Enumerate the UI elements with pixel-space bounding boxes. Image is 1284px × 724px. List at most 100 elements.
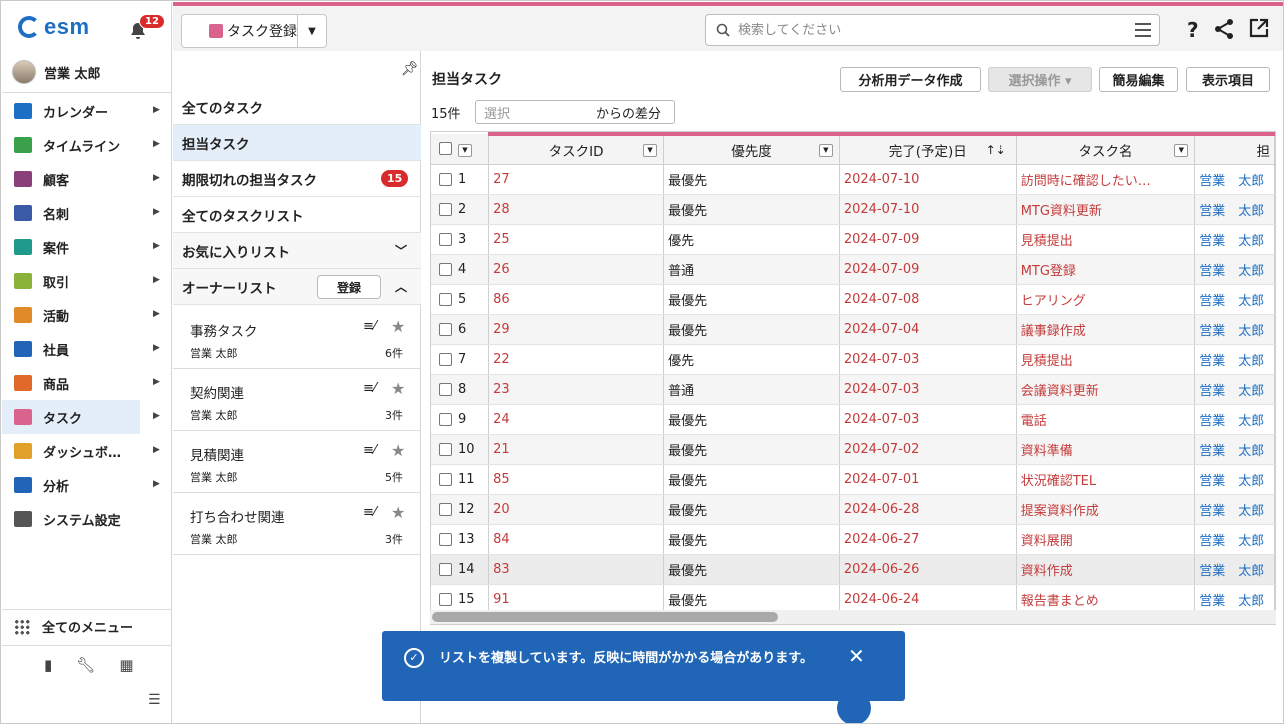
table-row[interactable]: 11 85 最優先 2024-07-01 状況確認TEL 営業 太郎 — [431, 464, 1275, 495]
column-header-owner[interactable]: 担 — [1194, 132, 1275, 165]
table-row[interactable]: 3 25 優先 2024-07-09 見積提出 営業 太郎 — [431, 224, 1275, 255]
sidebar-item-0[interactable]: カレンダー ▶ — [2, 94, 172, 128]
owner-cell[interactable]: 営業 太郎 — [1194, 314, 1275, 345]
sidebar-item-4[interactable]: 案件 ▶ — [2, 230, 172, 264]
row-checkbox[interactable] — [439, 292, 452, 306]
row-checkbox[interactable] — [439, 442, 452, 456]
task-id-cell[interactable]: 20 — [488, 494, 665, 525]
column-header-task-name[interactable]: タスク名 ▼ — [1016, 132, 1196, 165]
column-header-priority[interactable]: 優先度 ▼ — [663, 132, 840, 165]
owner-cell[interactable]: 営業 太郎 — [1194, 404, 1275, 435]
share-icon[interactable] — [1213, 18, 1235, 40]
row-checkbox[interactable] — [439, 352, 452, 366]
manual-icon[interactable]: ▮ — [44, 656, 52, 674]
task-id-cell[interactable]: 29 — [488, 314, 665, 345]
task-name-cell[interactable]: MTG資料更新 — [1016, 194, 1196, 225]
task-name-cell[interactable]: MTG登録 — [1016, 254, 1196, 285]
row-checkbox[interactable] — [439, 262, 452, 276]
owner-cell[interactable]: 営業 太郎 — [1194, 554, 1275, 585]
star-icon[interactable]: ★ — [391, 317, 405, 336]
row-checkbox[interactable] — [439, 502, 452, 516]
table-row[interactable]: 6 29 最優先 2024-07-04 議事録作成 営業 太郎 — [431, 314, 1275, 345]
sidebar-item-9[interactable]: タスク ▶ — [2, 400, 160, 434]
owner-list-card[interactable]: 事務タスク ≡⁄ ★ 営業 太郎 6件 — [173, 307, 421, 369]
task-id-cell[interactable]: 84 — [488, 524, 665, 555]
sidebar-item-7[interactable]: 社員 ▶ — [2, 332, 172, 366]
scrollbar-thumb[interactable] — [432, 612, 778, 622]
sidebar-item-12[interactable]: システム設定 — [2, 502, 172, 536]
row-checkbox[interactable] — [439, 562, 452, 576]
task-name-cell[interactable]: 提案資料作成 — [1016, 494, 1196, 525]
wrench-icon[interactable]: 🔧︎ — [76, 656, 95, 674]
table-row[interactable]: 4 26 普通 2024-07-09 MTG登録 営業 太郎 — [431, 254, 1275, 285]
edit-list-icon[interactable]: ≡⁄ — [363, 381, 376, 396]
row-checkbox[interactable] — [439, 472, 452, 486]
owner-cell[interactable]: 営業 太郎 — [1194, 374, 1275, 405]
table-row[interactable]: 5 86 最優先 2024-07-08 ヒアリング 営業 太郎 — [431, 284, 1275, 315]
table-icon[interactable]: ▦ — [119, 656, 133, 674]
task-name-cell[interactable]: 訪問時に確認したい… — [1016, 164, 1196, 195]
owner-cell[interactable]: 営業 太郎 — [1194, 224, 1275, 255]
select-menu-icon[interactable]: ▼ — [458, 144, 472, 158]
list-all-tasks[interactable]: 全てのタスク — [173, 89, 421, 125]
analysis-data-button[interactable]: 分析用データ作成 — [840, 67, 981, 92]
owner-cell[interactable]: 営業 太郎 — [1194, 164, 1275, 195]
column-menu-icon[interactable]: ▼ — [1174, 144, 1189, 157]
task-id-cell[interactable]: 28 — [488, 194, 665, 225]
owner-cell[interactable]: 営業 太郎 — [1194, 254, 1275, 285]
edit-list-icon[interactable]: ≡⁄ — [363, 505, 376, 520]
close-icon[interactable]: ✕ — [848, 644, 865, 668]
task-id-cell[interactable]: 23 — [488, 374, 665, 405]
task-id-cell[interactable]: 24 — [488, 404, 665, 435]
sidebar-item-8[interactable]: 商品 ▶ — [2, 366, 172, 400]
row-checkbox[interactable] — [439, 232, 452, 246]
task-id-cell[interactable]: 86 — [488, 284, 665, 315]
favorites-section[interactable]: お気に入りリスト ﹀ — [173, 233, 421, 269]
table-row[interactable]: 8 23 普通 2024-07-03 会議資料更新 営業 太郎 — [431, 374, 1275, 405]
user-profile[interactable]: 営業 太郎 — [12, 60, 101, 84]
list-overdue-tasks[interactable]: 期限切れの担当タスク 15 — [173, 161, 421, 197]
owner-register-button[interactable]: 登録 — [317, 275, 381, 299]
task-name-cell[interactable]: ヒアリング — [1016, 284, 1196, 315]
star-icon[interactable]: ★ — [391, 503, 405, 522]
open-external-icon[interactable] — [1249, 18, 1269, 38]
task-name-cell[interactable]: 資料作成 — [1016, 554, 1196, 585]
all-menu-button[interactable]: 全てのメニュー — [14, 617, 133, 636]
table-row[interactable]: 12 20 最優先 2024-06-28 提案資料作成 営業 太郎 — [431, 494, 1275, 525]
owner-cell[interactable]: 営業 太郎 — [1194, 464, 1275, 495]
task-id-cell[interactable]: 27 — [488, 164, 665, 195]
row-checkbox[interactable] — [439, 412, 452, 426]
row-checkbox[interactable] — [439, 202, 452, 216]
sidebar-item-5[interactable]: 取引 ▶ — [2, 264, 172, 298]
sidebar-item-2[interactable]: 顧客 ▶ — [2, 162, 172, 196]
task-id-cell[interactable]: 25 — [488, 224, 665, 255]
task-name-cell[interactable]: 資料展開 — [1016, 524, 1196, 555]
table-row[interactable]: 14 83 最優先 2024-06-26 資料作成 営業 太郎 — [431, 554, 1275, 585]
owner-cell[interactable]: 営業 太郎 — [1194, 524, 1275, 555]
sidebar-item-1[interactable]: タイムライン ▶ — [2, 128, 172, 162]
list-my-tasks[interactable]: 担当タスク — [173, 125, 421, 161]
quick-edit-button[interactable]: 簡易編集 — [1099, 67, 1178, 92]
esm-logo[interactable]: esm — [18, 14, 90, 40]
row-checkbox[interactable] — [439, 382, 452, 396]
task-name-cell[interactable]: 会議資料更新 — [1016, 374, 1196, 405]
table-row[interactable]: 10 21 最優先 2024-07-02 資料準備 営業 太郎 — [431, 434, 1275, 465]
sidebar-item-3[interactable]: 名刺 ▶ — [2, 196, 172, 230]
row-checkbox[interactable] — [439, 592, 452, 606]
task-register-main[interactable]: タスク登録 — [182, 15, 298, 47]
task-name-cell[interactable]: 見積提出 — [1016, 224, 1196, 255]
search-input[interactable] — [738, 22, 1118, 38]
column-header-due-date[interactable]: 完了(予定)日 ↑⇣ — [839, 132, 1017, 165]
column-menu-icon[interactable]: ▼ — [818, 144, 833, 157]
sidebar-item-6[interactable]: 活動 ▶ — [2, 298, 172, 332]
table-row[interactable]: 1 27 最優先 2024-07-10 訪問時に確認したい… 営業 太郎 — [431, 164, 1275, 195]
owner-cell[interactable]: 営業 太郎 — [1194, 344, 1275, 375]
owner-list-card[interactable]: 見積関連 ≡⁄ ★ 営業 太郎 5件 — [173, 431, 421, 493]
table-row[interactable]: 2 28 最優先 2024-07-10 MTG資料更新 営業 太郎 — [431, 194, 1275, 225]
collapse-sidebar-icon[interactable]: ☰ — [148, 692, 161, 708]
sidebar-item-11[interactable]: 分析 ▶ — [2, 468, 172, 502]
task-name-cell[interactable]: 資料準備 — [1016, 434, 1196, 465]
select-all-checkbox[interactable] — [439, 141, 452, 155]
table-row[interactable]: 13 84 最優先 2024-06-27 資料展開 営業 太郎 — [431, 524, 1275, 555]
horizontal-scrollbar[interactable] — [430, 610, 1276, 624]
